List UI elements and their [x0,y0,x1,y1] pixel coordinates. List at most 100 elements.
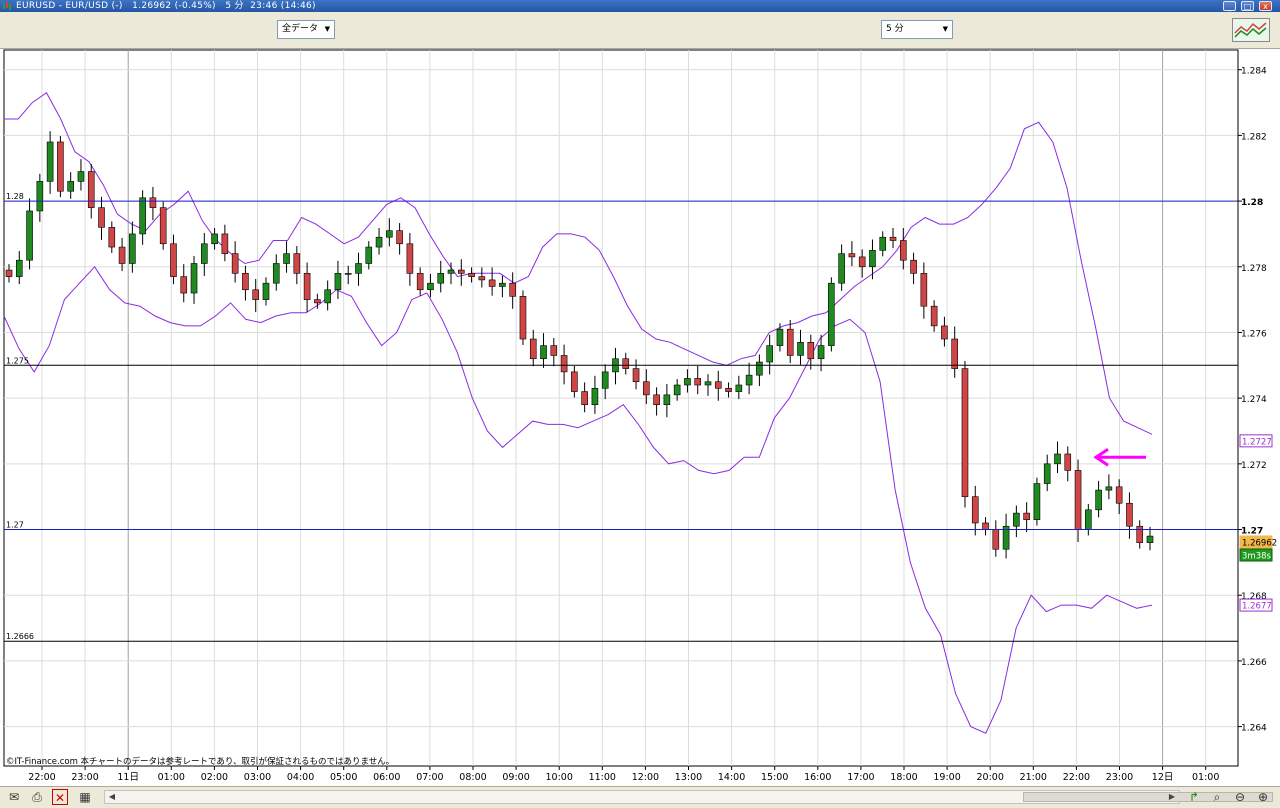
y-tick-label: 1.264 [1241,724,1267,734]
data-range-select[interactable]: 全データ ▼ [277,20,335,39]
candle-body [447,269,455,274]
chart-type-icon[interactable]: ↱ [1186,789,1202,805]
close-button[interactable]: x [1259,1,1272,11]
candle-body [139,197,146,235]
candle-body [622,358,630,369]
y-tick-label: 1.28 [1241,198,1263,208]
candle-body [786,328,794,356]
chevron-down-icon: ▼ [324,25,330,33]
candle-body [663,394,671,406]
candle-body [67,181,74,192]
x-tick-label: 17:00 [847,772,874,783]
candle-body [303,273,311,300]
candle-body [231,253,239,274]
candle-body [355,263,362,274]
y-tick-label: 1.272 [1241,461,1267,471]
x-tick-label: 22:00 [1063,772,1090,783]
x-tick-label: 08:00 [459,772,486,783]
candle-body [129,233,136,264]
candle-body [540,345,547,360]
timeframe-select-value: 5 分 [886,24,904,34]
scroll-right-icon[interactable]: ▶ [1166,791,1178,803]
candle-body [406,243,414,274]
candle-body [46,141,54,182]
candle-body [283,253,290,264]
y-tick-label: 1.274 [1241,395,1267,405]
minimize-button[interactable]: _ [1223,1,1236,11]
crosshair-icon[interactable]: ✕ [52,789,68,805]
x-tick-label: 04:00 [287,772,314,783]
candle-body [1146,535,1154,543]
price-chart[interactable]: 1.28 1.275 1.27 1.2666 22:00 23:00 11日 01:00 02… [0,48,1280,786]
candle-body [509,282,516,297]
candle-body [581,391,588,406]
candle-body [992,529,1000,550]
candle-body [550,345,558,356]
x-tick-label: 21:00 [1020,772,1047,783]
candle-body [714,381,722,389]
toolbar: 全データ ▼ 5 分 ▼ [0,12,1280,49]
x-tick-label: 13:00 [675,772,702,783]
calc-icon[interactable]: ▦ [77,789,93,805]
horizontal-line-label: 1.27 [6,521,24,530]
horizontal-scrollbar[interactable]: ◀ ▶ [104,790,1273,804]
candle-body [211,233,218,245]
candle-body [766,345,773,363]
candle-body [57,141,64,192]
candle-body [694,378,702,386]
zoom-fit-icon[interactable]: ⌕ [1209,789,1225,805]
candle-body [1095,489,1102,511]
candle-body [416,273,424,291]
candle-body [314,299,321,304]
candle-body [334,273,342,291]
candle-body [1013,512,1020,527]
candle-body [930,305,938,327]
candle-body [529,338,537,360]
price-tag-label: 1.2727 [1242,437,1272,447]
candle-body [365,246,373,264]
candle-body [149,197,157,208]
candle-body [1085,509,1092,530]
candle-body [5,269,13,277]
x-tick-label: 05:00 [330,772,357,783]
x-tick-label: 23:00 [1106,772,1133,783]
candle-body [910,259,917,274]
x-tick-label: 01:00 [1192,772,1219,783]
candle-body [190,263,198,294]
candle-body [1033,483,1041,520]
candle-body [98,207,105,228]
candle-body [601,371,609,389]
x-tick-label: 12日 [1152,772,1174,783]
candle-body [159,207,167,245]
candle-body [375,236,383,248]
chart-area[interactable]: 1.28 1.275 1.27 1.2666 22:00 23:00 11日 01:00 02… [0,48,1280,786]
zoom-out-icon[interactable]: ⊖ [1232,789,1248,805]
candle-body [1023,512,1030,520]
x-tick-label: 14:00 [718,772,745,783]
x-tick-label: 19:00 [933,772,960,783]
candle-body [272,263,280,284]
candle-body [1054,453,1061,465]
maximize-button[interactable]: □ [1241,1,1254,11]
candle-body [797,342,804,356]
zoom-in-icon[interactable]: ⊕ [1255,789,1271,805]
candle-body [745,374,753,386]
scroll-left-icon[interactable]: ◀ [106,791,118,803]
app-icon [3,2,11,10]
candle-body [869,250,876,268]
x-tick-label: 11:00 [589,772,616,783]
candle-body [36,181,44,212]
x-tick-label: 23:00 [71,772,98,783]
candle-body [293,253,301,274]
timeframe-select[interactable]: 5 分 ▼ [881,20,953,39]
y-tick-label: 1.27 [1241,527,1263,537]
candle-body [951,338,958,369]
chart-thumbnail-icon[interactable] [1232,18,1270,42]
print-icon[interactable]: ⎙ [29,789,45,805]
candle-body [1105,486,1113,491]
candle-body [396,230,403,245]
candle-body [180,276,188,294]
candle-body [242,273,249,291]
mail-icon[interactable]: ✉ [6,789,22,805]
horizontal-line-label: 1.28 [6,192,24,201]
